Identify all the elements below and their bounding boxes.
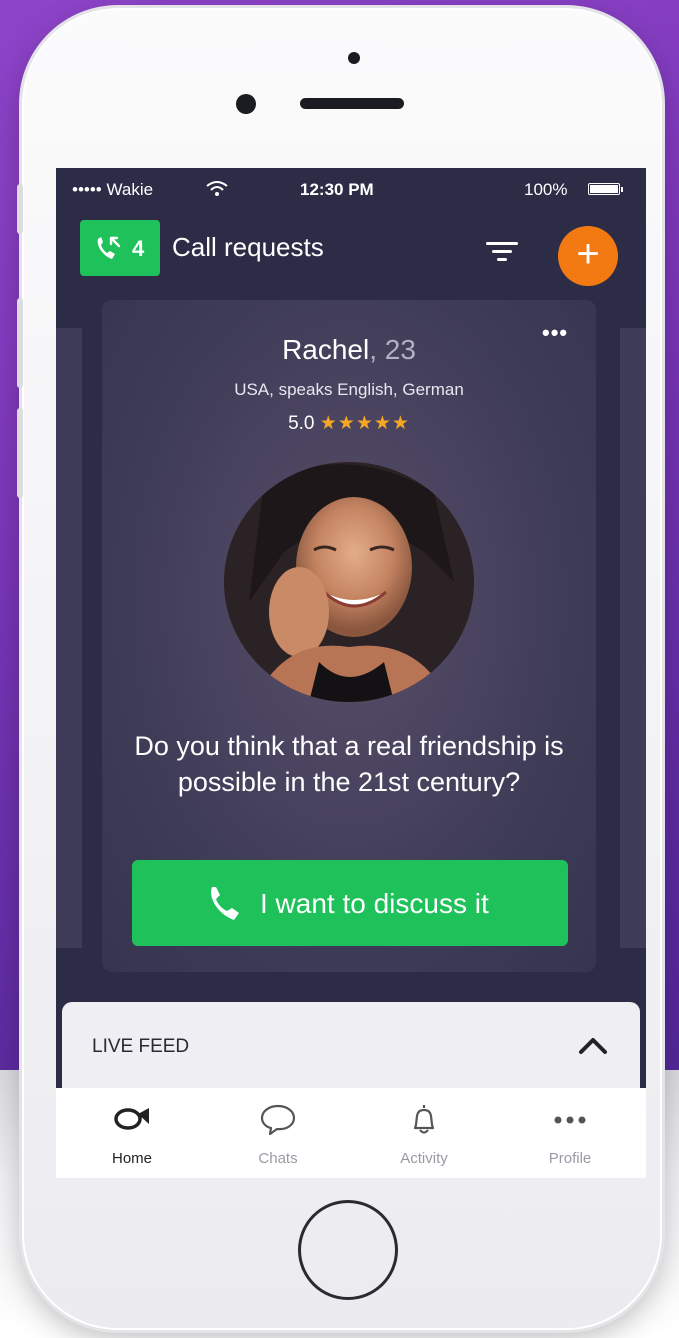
- tab-bar: Home Chats Activity Profile: [56, 1088, 646, 1178]
- app-screen: ••••• Wakie 12:30 PM 100% 4 Call request…: [56, 168, 646, 1178]
- horn-icon: [114, 1108, 149, 1130]
- chevron-up-icon[interactable]: [578, 1036, 608, 1056]
- battery-icon: [588, 183, 623, 195]
- proximity-sensor: [236, 94, 256, 114]
- earpiece-speaker: [300, 98, 404, 109]
- rating-value: 5.0: [288, 413, 315, 434]
- home-button[interactable]: [298, 1200, 398, 1300]
- call-count: 4: [132, 236, 145, 261]
- rating-stars: ★★★★★: [319, 413, 410, 434]
- person-age: , 23: [369, 334, 416, 365]
- profile-photo: [224, 462, 474, 702]
- live-feed-panel[interactable]: LIVE FEED: [62, 1002, 640, 1098]
- chat-bubble-icon: [260, 1104, 296, 1136]
- tab-profile-label: Profile: [548, 1150, 592, 1167]
- phone-icon: [211, 887, 239, 920]
- mute-switch: [17, 184, 23, 234]
- app-header: 4 Call requests +: [56, 208, 646, 288]
- live-feed-label: LIVE FEED: [92, 1036, 190, 1057]
- add-button[interactable]: +: [558, 226, 618, 286]
- next-card-peek[interactable]: [620, 328, 646, 948]
- avatar: [224, 462, 474, 702]
- tab-activity-label: Activity: [400, 1150, 448, 1167]
- tab-chats[interactable]: Chats: [208, 1088, 348, 1178]
- discuss-button[interactable]: I want to discuss it: [132, 860, 568, 946]
- tab-profile[interactable]: Profile: [500, 1088, 640, 1178]
- tab-home[interactable]: Home: [62, 1088, 202, 1178]
- person-location: USA, speaks English, German: [234, 380, 464, 399]
- bell-icon: [413, 1105, 435, 1134]
- volume-up-button: [17, 298, 23, 388]
- volume-down-button: [17, 408, 23, 498]
- status-bar: ••••• Wakie 12:30 PM 100%: [56, 168, 646, 208]
- incoming-call-icon: [97, 236, 121, 259]
- status-time: 12:30 PM: [300, 180, 374, 199]
- tab-chats-label: Chats: [258, 1150, 298, 1167]
- carrier-label: ••••• Wakie: [72, 180, 154, 199]
- previous-card-peek[interactable]: [56, 328, 82, 948]
- battery-percent: 100%: [524, 180, 568, 199]
- tab-activity[interactable]: Activity: [354, 1088, 494, 1178]
- wifi-icon: [206, 181, 228, 196]
- more-dots-icon: [554, 1116, 586, 1124]
- person-name: Rachel: [282, 334, 370, 365]
- call-requests-badge[interactable]: 4: [80, 220, 160, 276]
- call-request-card: ••• Rachel, 23 USA, speaks English, Germ…: [102, 300, 596, 972]
- rating-row: 5.0 ★★★★★: [102, 412, 596, 435]
- page-title: Call requests: [172, 232, 324, 262]
- question-text: Do you think that a real friendship is p…: [134, 731, 564, 797]
- tab-home-label: Home: [111, 1150, 152, 1167]
- front-camera: [348, 52, 360, 64]
- person-name-row: Rachel, 23: [102, 334, 596, 366]
- discuss-button-label: I want to discuss it: [260, 888, 489, 919]
- filter-icon[interactable]: [484, 238, 520, 266]
